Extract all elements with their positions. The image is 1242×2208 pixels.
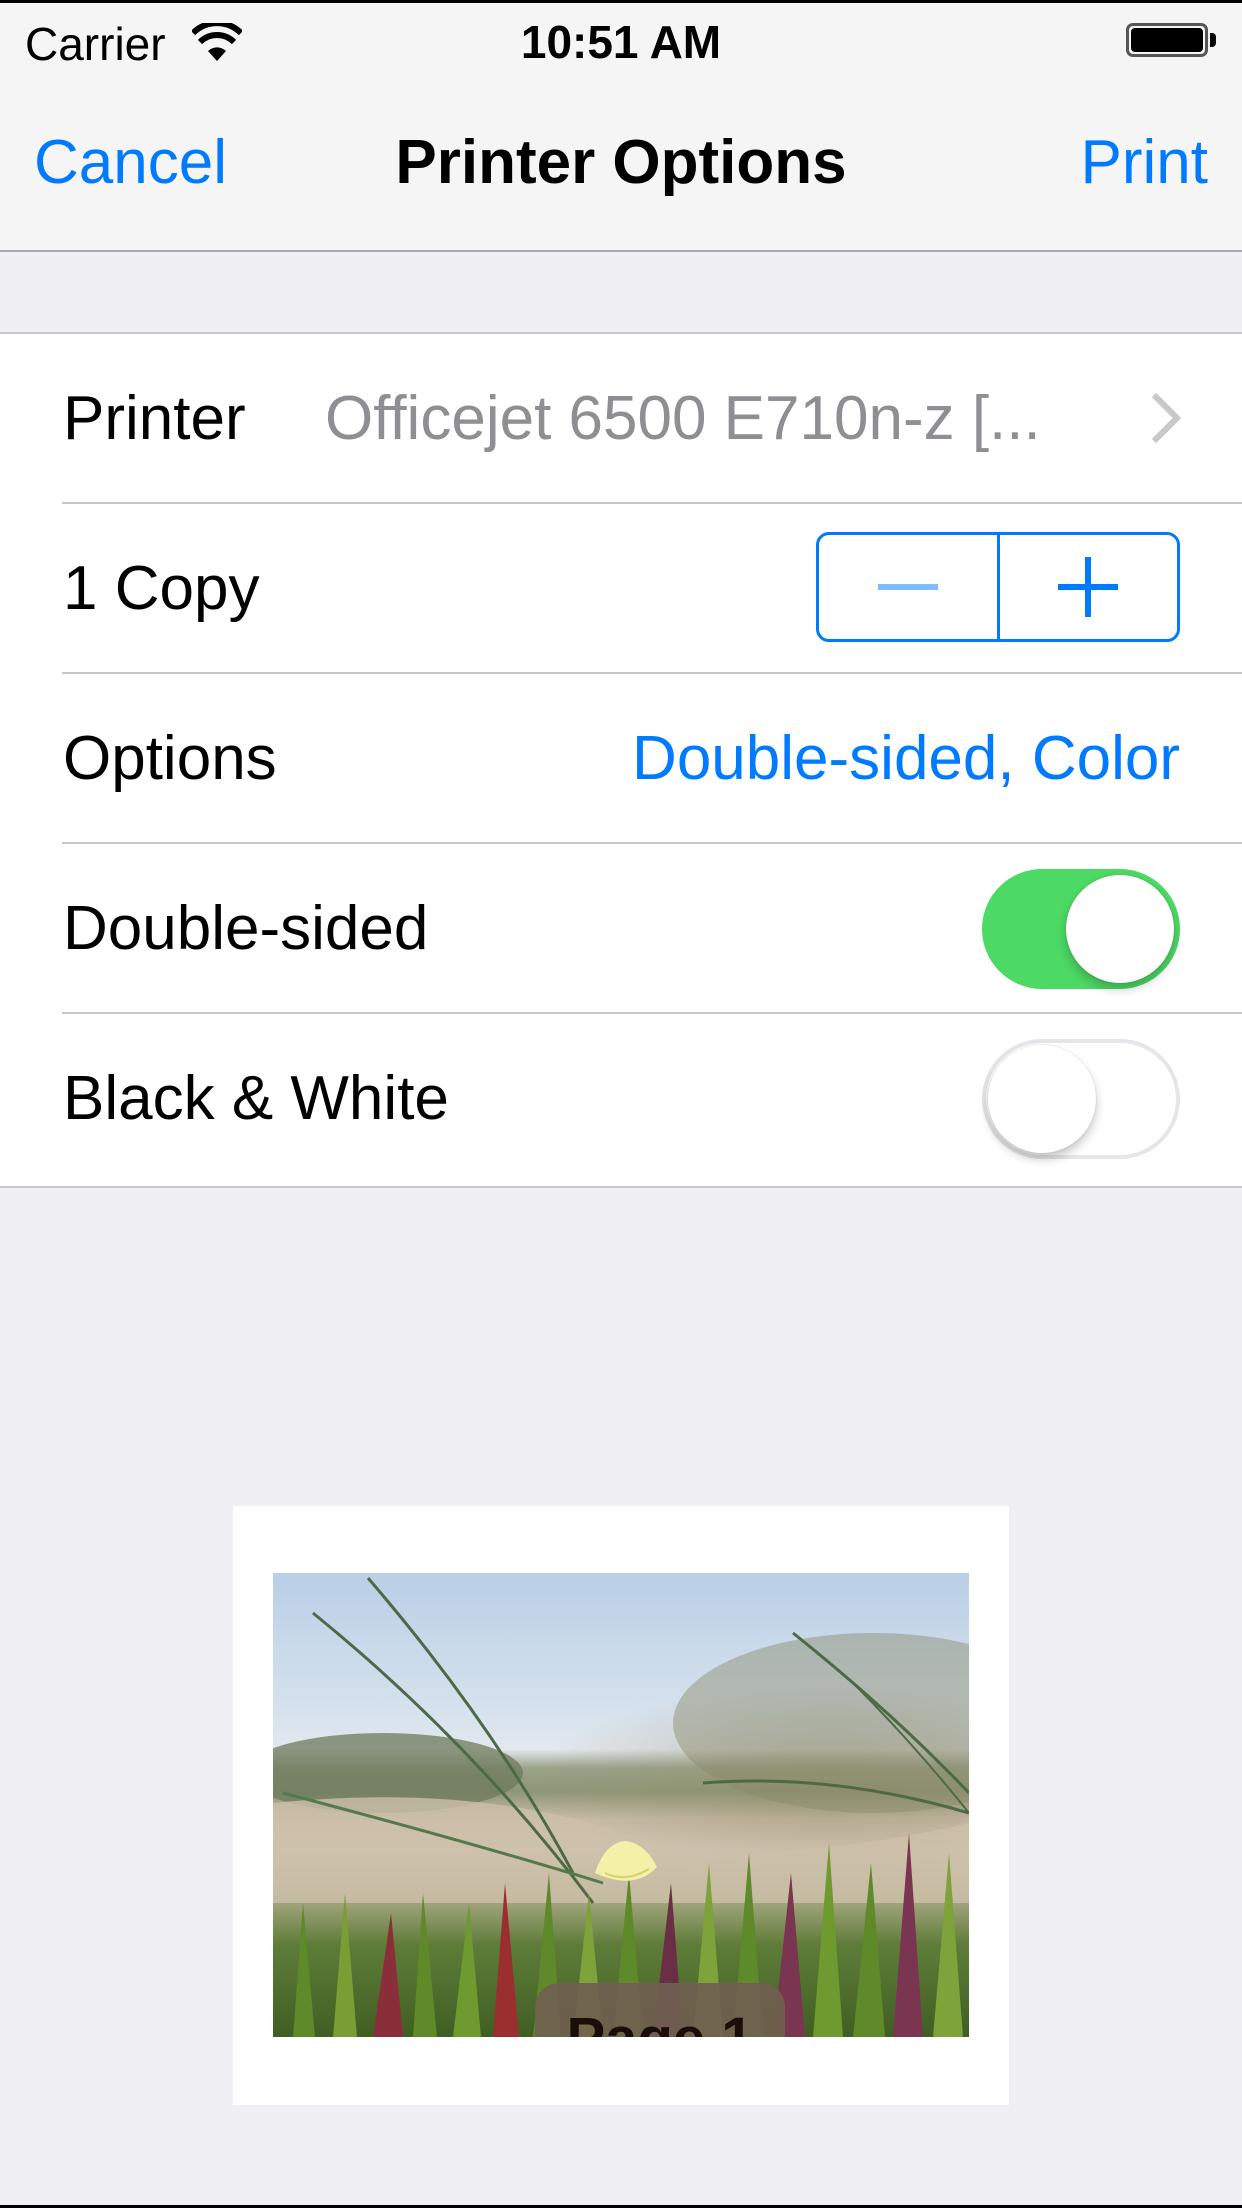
page-title: Printer Options (395, 128, 847, 197)
toggle-knob (988, 1045, 1096, 1153)
battery-tip (1210, 33, 1216, 47)
minus-icon (877, 584, 938, 590)
black-white-toggle[interactable] (982, 1039, 1180, 1159)
print-preview-page[interactable]: Page 1 (233, 1506, 1009, 2105)
toggle-knob (1066, 875, 1174, 983)
black-white-label: Black & White (63, 1064, 449, 1133)
print-button[interactable]: Print (1081, 128, 1208, 198)
photo-scene (273, 1577, 969, 2037)
double-sided-toggle[interactable] (982, 869, 1180, 989)
page-number-badge: Page 1 (535, 1983, 785, 2037)
preview-photo: Page 1 (273, 1573, 969, 2037)
double-sided-label: Double-sided (63, 894, 429, 963)
copies-label: 1 Copy (63, 554, 260, 623)
double-sided-row: Double-sided (0, 844, 1242, 1014)
chevron-right-icon (1151, 392, 1182, 444)
options-value-link[interactable]: Double-sided, Color (632, 674, 1180, 844)
printer-row[interactable]: Printer Officejet 6500 E710n-z [... (0, 334, 1242, 504)
black-white-row: Black & White (0, 1014, 1242, 1184)
battery-icon (1126, 23, 1208, 57)
increment-button[interactable] (996, 535, 1178, 639)
navigation-bar: Carrier 10:51 AM Cancel Printer Options … (0, 3, 1242, 252)
printer-label: Printer (63, 384, 246, 453)
options-row[interactable]: Options Double-sided, Color (0, 674, 1242, 844)
copies-row: 1 Copy (0, 504, 1242, 674)
status-time: 10:51 AM (520, 16, 722, 68)
printer-options-table: Printer Officejet 6500 E710n-z [... 1 Co… (0, 332, 1242, 1188)
decrement-button[interactable] (819, 535, 997, 639)
copies-stepper[interactable] (816, 532, 1180, 642)
printer-value: Officejet 6500 E710n-z [... (325, 384, 1041, 453)
plus-icon-vertical (1085, 557, 1092, 617)
options-label: Options (63, 724, 277, 793)
